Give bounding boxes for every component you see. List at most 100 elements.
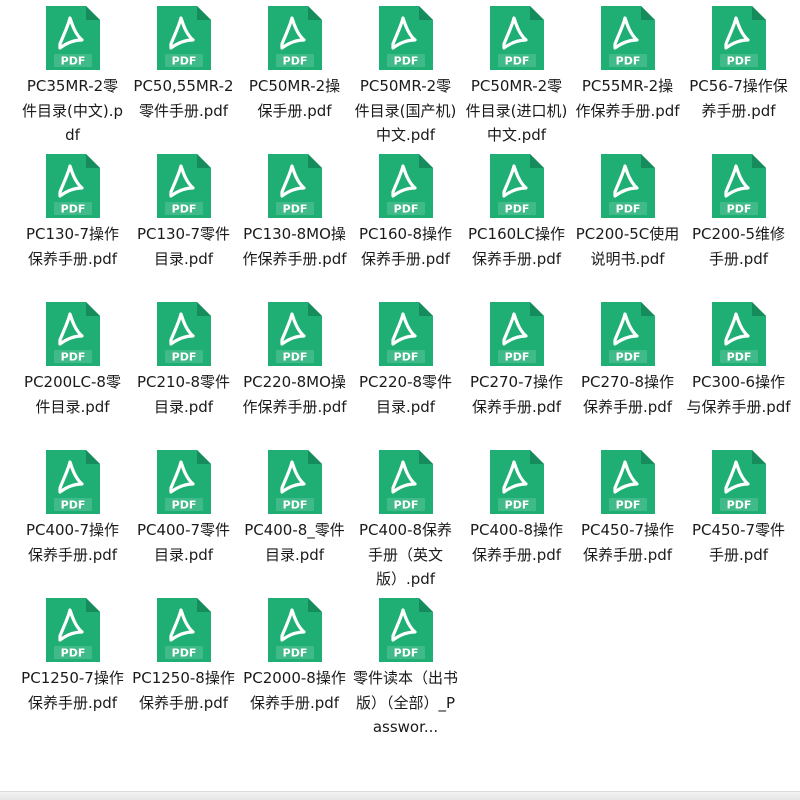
file-item[interactable]: PDF PC35MR-2零件目录(中文).pdf <box>17 0 128 148</box>
file-item[interactable]: PDF PC220-8MO操作保养手册.pdf <box>239 296 350 444</box>
pdf-badge-text: PDF <box>283 499 308 512</box>
file-name-label: PC200LC-8零件目录.pdf <box>24 373 121 416</box>
file-item[interactable]: PDF PC400-8保养手册（英文版）.pdf <box>350 444 461 592</box>
file-name-label: PC2000-8操作保养手册.pdf <box>243 669 346 712</box>
file-item[interactable]: PDF <box>0 444 17 592</box>
file-name-label: 零件读本（出书版）（全部）_Passwor... <box>353 669 459 736</box>
pdf-file-icon: PDF <box>153 596 213 664</box>
file-item[interactable]: PDF PC160-8操作保养手册.pdf <box>350 148 461 296</box>
file-name-label: PC55MR-2操作保养手册.pdf <box>575 77 680 120</box>
file-item[interactable]: PDF PC50,55MR-2零件手册.pdf <box>128 0 239 148</box>
pdf-badge-text: PDF <box>283 55 308 68</box>
file-name-label: PC300-6操作与保养手册.pdf <box>686 373 791 416</box>
pdf-file-icon: PDF <box>597 448 657 516</box>
file-item[interactable]: PDF PC130-7零件目录.pdf <box>128 148 239 296</box>
file-item[interactable]: PDF PC55MR-2操作保养手册.pdf <box>572 0 683 148</box>
file-item[interactable]: PDF PC50MR-2零件目录(国产机)中文.pdf <box>350 0 461 148</box>
pdf-file-icon: PDF <box>708 448 768 516</box>
pdf-file-icon: PDF <box>153 152 213 220</box>
pdf-file-icon: PDF <box>264 448 324 516</box>
file-item[interactable]: PDF <box>0 592 17 740</box>
pdf-file-icon: PDF <box>42 596 102 664</box>
file-name-label: PC1250-8操作保养手册.pdf <box>132 669 235 712</box>
file-item[interactable]: PDF PC220-8零件目录.pdf <box>350 296 461 444</box>
pdf-file-icon: PDF <box>375 4 435 72</box>
pdf-badge-text: PDF <box>616 203 641 216</box>
file-name-label: PC270-7操作保养手册.pdf <box>469 373 564 416</box>
file-name-label: PC200-5C使用说明书.pdf <box>575 225 680 268</box>
status-bar <box>0 791 800 800</box>
file-item[interactable]: PDF PC400-8_零件目录.pdf <box>239 444 350 592</box>
file-item[interactable]: PDF <box>0 296 17 444</box>
file-item[interactable]: PDF PC50MR-2操保手册.pdf <box>239 0 350 148</box>
pdf-badge-text: PDF <box>394 647 419 660</box>
pdf-badge-text: PDF <box>61 647 86 660</box>
pdf-file-icon: PDF <box>375 152 435 220</box>
pdf-file-icon: PDF <box>42 448 102 516</box>
file-item[interactable]: PDF PC56-7操作保养手册.pdf <box>683 0 794 148</box>
pdf-badge-text: PDF <box>505 499 530 512</box>
file-item[interactable]: PDF PC210-8零件目录.pdf <box>128 296 239 444</box>
file-name-label: PC50MR-2操保手册.pdf <box>248 77 341 120</box>
pdf-file-icon: PDF <box>375 300 435 368</box>
file-item[interactable]: PDF PC200LC-8零件目录.pdf <box>17 296 128 444</box>
pdf-file-icon: PDF <box>42 152 102 220</box>
file-grid: PDFPDFPC35MR-2零件目录(中文).pdfPDFPC50,55MR-2… <box>0 0 794 740</box>
pdf-badge-text: PDF <box>616 499 641 512</box>
file-item[interactable]: PDF PC50MR-2零件目录(进口机)中文.pdf <box>461 0 572 148</box>
pdf-badge-text: PDF <box>394 55 419 68</box>
file-name-label: PC450-7零件手册.pdf <box>691 521 786 564</box>
pdf-badge-text: PDF <box>727 55 752 68</box>
pdf-file-icon: PDF <box>486 300 546 368</box>
file-name-label: PC35MR-2零件目录(中文).pdf <box>22 77 123 144</box>
file-item[interactable]: PDF PC270-7操作保养手册.pdf <box>461 296 572 444</box>
file-item[interactable]: PDF PC130-7操作保养手册.pdf <box>17 148 128 296</box>
pdf-badge-text: PDF <box>61 351 86 364</box>
pdf-file-icon: PDF <box>375 596 435 664</box>
pdf-file-icon: PDF <box>375 448 435 516</box>
file-item[interactable]: PDF <box>0 0 17 148</box>
file-item[interactable]: PDF PC450-7零件手册.pdf <box>683 444 794 592</box>
file-item[interactable]: PDF PC160LC操作保养手册.pdf <box>461 148 572 296</box>
file-item[interactable]: PDF 零件读本（出书版）（全部）_Passwor... <box>350 592 461 740</box>
pdf-badge-text: PDF <box>616 351 641 364</box>
file-item[interactable]: PDF PC400-7操作保养手册.pdf <box>17 444 128 592</box>
file-name-label: PC1250-7操作保养手册.pdf <box>21 669 124 712</box>
pdf-file-icon: PDF <box>486 448 546 516</box>
pdf-badge-text: PDF <box>394 203 419 216</box>
file-item[interactable]: PDF PC1250-7操作保养手册.pdf <box>17 592 128 740</box>
file-item[interactable]: PDF PC300-6操作与保养手册.pdf <box>683 296 794 444</box>
pdf-badge-text: PDF <box>505 203 530 216</box>
file-name-label: PC56-7操作保养手册.pdf <box>689 77 788 120</box>
pdf-badge-text: PDF <box>172 647 197 660</box>
pdf-badge-text: PDF <box>283 647 308 660</box>
file-name-label: PC450-7操作保养手册.pdf <box>580 521 675 564</box>
file-item[interactable]: PDF PC2000-8操作保养手册.pdf <box>239 592 350 740</box>
file-name-label: PC200-5维修手册.pdf <box>691 225 786 268</box>
file-name-label: PC50,55MR-2零件手册.pdf <box>133 77 234 120</box>
pdf-file-icon: PDF <box>264 300 324 368</box>
file-item[interactable]: PDF PC200-5C使用说明书.pdf <box>572 148 683 296</box>
file-item[interactable]: PDF <box>0 148 17 296</box>
file-item[interactable]: PDF PC400-7零件目录.pdf <box>128 444 239 592</box>
pdf-badge-text: PDF <box>61 55 86 68</box>
pdf-badge-text: PDF <box>61 203 86 216</box>
file-item[interactable]: PDF PC450-7操作保养手册.pdf <box>572 444 683 592</box>
pdf-badge-text: PDF <box>394 351 419 364</box>
file-name-label: PC130-7零件目录.pdf <box>136 225 231 268</box>
file-name-label: PC160LC操作保养手册.pdf <box>468 225 565 268</box>
file-item[interactable]: PDF PC270-8操作保养手册.pdf <box>572 296 683 444</box>
pdf-badge-text: PDF <box>727 203 752 216</box>
pdf-badge-text: PDF <box>61 499 86 512</box>
pdf-badge-text: PDF <box>505 55 530 68</box>
file-item[interactable]: PDF PC1250-8操作保养手册.pdf <box>128 592 239 740</box>
pdf-file-icon: PDF <box>597 4 657 72</box>
file-name-label: PC270-8操作保养手册.pdf <box>580 373 675 416</box>
pdf-file-icon: PDF <box>264 152 324 220</box>
pdf-file-icon: PDF <box>486 4 546 72</box>
file-name-label: PC400-8_零件目录.pdf <box>244 521 345 564</box>
pdf-badge-text: PDF <box>283 203 308 216</box>
file-item[interactable]: PDF PC400-8操作保养手册.pdf <box>461 444 572 592</box>
file-item[interactable]: PDF PC200-5维修手册.pdf <box>683 148 794 296</box>
file-item[interactable]: PDF PC130-8MO操作保养手册.pdf <box>239 148 350 296</box>
